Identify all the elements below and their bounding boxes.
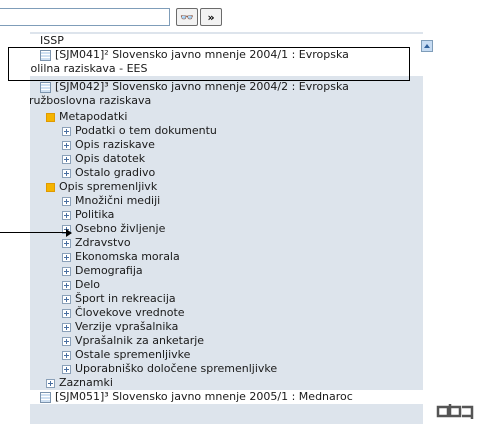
tree-item-var[interactable]: Delo [62, 278, 100, 292]
expand-plus-icon[interactable] [62, 238, 71, 248]
expand-plus-icon[interactable] [62, 210, 71, 220]
tree-item-meta[interactable]: Ostalo gradivo [62, 166, 155, 180]
tree-item-label: Opis datotek [75, 152, 146, 165]
tree-item-label: Ostalo gradivo [75, 166, 156, 179]
tree-item-var[interactable]: Verzije vprašalnika [62, 320, 178, 334]
tree-item-issp[interactable]: ISSP [30, 34, 423, 48]
folder-icon [46, 182, 55, 192]
tree-item-var[interactable]: Zdravstvo [62, 236, 131, 250]
tree-item-var[interactable]: Uporabniško določene spremenljivke [62, 362, 277, 376]
pointer-arrow-line [0, 232, 68, 233]
expand-plus-icon[interactable] [62, 294, 71, 304]
tree-item-label: Vprašalnik za anketarje [75, 334, 205, 347]
tree-item-label: [SJM042]³ Slovensko javno mnenje 2004/2 … [55, 80, 349, 93]
tree-item-var[interactable]: Množični mediji [62, 194, 160, 208]
tree-item-var[interactable]: Šport in rekreacija [62, 292, 176, 306]
pointer-arrow-icon [66, 229, 72, 237]
tree-item-label: Zaznamki [59, 376, 113, 389]
expand-plus-icon[interactable] [62, 322, 71, 332]
tree-item-label: Ostale spremenljivke [75, 348, 191, 361]
tree-item-sjm042-cont: družboslovna raziskava [30, 94, 151, 108]
tree-item-var[interactable]: Človekove vrednote [62, 306, 185, 320]
tree-item-var[interactable]: Vprašalnik za anketarje [62, 334, 204, 348]
search-input[interactable] [0, 8, 170, 26]
expand-plus-icon[interactable] [62, 280, 71, 290]
tree-item-var[interactable]: Ostale spremenljivke [62, 348, 190, 362]
tree-item-label: Opis spremenljivk [59, 180, 158, 193]
tree-item-label: družboslovna raziskava [30, 94, 152, 107]
table-icon [40, 81, 51, 93]
find-button[interactable]: 👓 [176, 8, 198, 26]
tree-item-var[interactable]: Osebno življenje [62, 222, 165, 236]
tree-item-zaznamki[interactable]: Zaznamki [46, 376, 113, 390]
expand-plus-icon[interactable] [62, 154, 71, 164]
tree-item-sjm051[interactable]: [SJM051]³ Slovensko javno mnenje 2005/1 … [30, 390, 423, 404]
expand-plus-icon[interactable] [46, 378, 55, 388]
tree-item-label: [SJM051]³ Slovensko javno mnenje 2005/1 … [55, 390, 353, 403]
expand-plus-icon[interactable] [62, 140, 71, 150]
tree-item-sjm042[interactable]: [SJM042]³ Slovensko javno mnenje 2004/2 … [30, 80, 349, 94]
tree-item-var[interactable]: Politika [62, 208, 114, 222]
double-chevron-right-icon: » [207, 10, 215, 24]
expand-plus-icon[interactable] [62, 364, 71, 374]
tree-item-label: Množični mediji [75, 194, 161, 207]
tree-item-label: Politika [75, 208, 115, 221]
tree-item-var[interactable]: Demografija [62, 264, 143, 278]
table-icon [40, 391, 51, 403]
selection-highlight-box [8, 47, 410, 81]
expand-plus-icon[interactable] [62, 126, 71, 136]
tree-item-label: Verzije vprašalnika [75, 320, 179, 333]
tree-item-label: Demografija [75, 264, 143, 277]
expand-plus-icon[interactable] [62, 350, 71, 360]
tree-item-meta[interactable]: Opis datotek [62, 152, 145, 166]
tree-item-label: Človekove vrednote [75, 306, 185, 319]
tree-item-meta[interactable]: Podatki o tem dokumentu [62, 124, 217, 138]
scroll-up-button[interactable] [421, 40, 433, 52]
expand-plus-icon[interactable] [62, 266, 71, 276]
binoculars-icon: 👓 [180, 10, 194, 24]
tree-item-label: ISSP [40, 34, 64, 47]
adp-logo [436, 404, 474, 419]
tree-panel: ISSP [SJM041]² Slovensko javno mnenje 20… [30, 32, 423, 424]
tree-item-var[interactable]: Ekonomska morala [62, 250, 180, 264]
tree-item-label: Uporabniško določene spremenljivke [75, 362, 278, 375]
folder-opis-spremenljivk[interactable]: Opis spremenljivk [46, 180, 157, 194]
tree-item-label: Šport in rekreacija [75, 292, 176, 305]
folder-icon [46, 112, 55, 122]
tree-item-label: Podatki o tem dokumentu [75, 124, 217, 137]
expand-plus-icon[interactable] [62, 196, 71, 206]
expand-plus-icon[interactable] [62, 168, 71, 178]
folder-metapodatki[interactable]: Metapodatki [46, 110, 128, 124]
tree-item-label: Opis raziskave [75, 138, 155, 151]
search-button-group: 👓 » [176, 8, 224, 26]
tree-item-label: Zdravstvo [75, 236, 131, 249]
tree-item-label: Delo [75, 278, 101, 291]
expand-plus-icon[interactable] [62, 252, 71, 262]
expand-plus-icon[interactable] [62, 308, 71, 318]
tree-item-label: Metapodatki [59, 110, 128, 123]
tree-item-label: Osebno življenje [75, 222, 166, 235]
tree-item-meta[interactable]: Opis raziskave [62, 138, 155, 152]
expand-plus-icon[interactable] [62, 336, 71, 346]
tree-item-label: Ekonomska morala [75, 250, 180, 263]
next-button[interactable]: » [200, 8, 222, 26]
